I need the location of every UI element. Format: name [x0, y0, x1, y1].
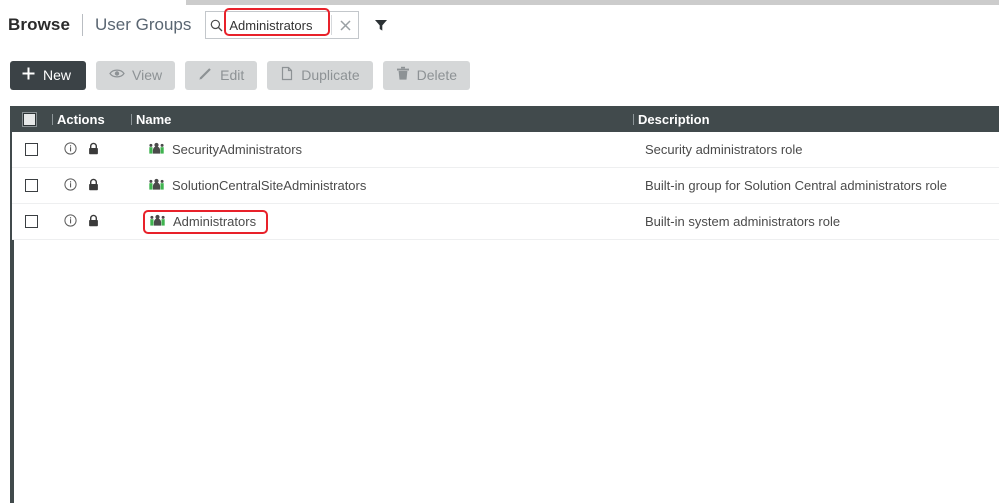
user-group-icon [149, 142, 164, 158]
row-actions-cell [59, 141, 134, 158]
view-button-label: View [132, 67, 163, 83]
plus-icon [21, 66, 36, 84]
header-tick [127, 113, 136, 125]
lock-icon[interactable] [88, 142, 99, 158]
header-tick [629, 113, 638, 125]
search-icon [206, 12, 227, 38]
search-box[interactable] [205, 8, 360, 39]
column-header-name[interactable]: Name [136, 112, 629, 127]
edit-button-label: Edit [220, 67, 245, 83]
row-select-cell[interactable] [12, 143, 50, 156]
column-header-actions[interactable]: Actions [57, 112, 127, 127]
close-icon[interactable] [332, 12, 358, 38]
header-tick [48, 113, 57, 125]
name-wrapper-highlighted: Administrators [143, 209, 269, 234]
new-button-label: New [43, 67, 72, 83]
user-group-icon [149, 178, 164, 194]
row-name-cell[interactable]: SolutionCentralSiteAdministrators [143, 175, 636, 197]
filter-icon[interactable] [371, 14, 391, 36]
duplicate-icon [280, 66, 294, 84]
group-description: Built-in system administrators role [645, 214, 841, 229]
row-actions-cell [59, 177, 134, 194]
pencil-icon [198, 66, 213, 84]
row-select-cell[interactable] [12, 215, 50, 228]
edit-button[interactable]: Edit [185, 60, 258, 90]
select-all-cell[interactable] [10, 112, 48, 126]
name-wrapper: SolutionCentralSiteAdministrators [143, 175, 372, 197]
table-header-row: Actions Name Description [10, 106, 999, 132]
lock-icon[interactable] [88, 178, 99, 194]
user-group-icon [150, 214, 165, 230]
group-name: Administrators [173, 214, 257, 229]
row-checkbox[interactable] [24, 179, 38, 192]
view-button[interactable]: View [96, 60, 176, 90]
info-icon[interactable] [64, 213, 77, 230]
row-actions-cell [59, 213, 134, 230]
breadcrumb-current: User Groups [95, 15, 192, 34]
name-wrapper: SecurityAdministrators [143, 139, 308, 161]
delete-button[interactable]: Delete [382, 60, 471, 90]
row-select-cell[interactable] [12, 179, 50, 192]
table-row[interactable]: SolutionCentralSiteAdministrators Built-… [12, 168, 999, 204]
trash-icon [396, 66, 410, 84]
group-description: Built-in group for Solution Central admi… [645, 178, 948, 193]
breadcrumb-bar: Browse User Groups [0, 5, 999, 45]
info-icon[interactable] [64, 141, 77, 158]
duplicate-button[interactable]: Duplicate [267, 60, 373, 90]
row-name-cell[interactable]: Administrators [143, 209, 636, 234]
delete-button-label: Delete [416, 67, 458, 83]
search-input[interactable] [227, 12, 332, 38]
table-row[interactable]: Administrators Built-in system administr… [12, 204, 999, 240]
lock-icon[interactable] [88, 214, 99, 230]
row-name-cell[interactable]: SecurityAdministrators [143, 139, 636, 161]
breadcrumb-separator [82, 14, 84, 36]
group-description: Security administrators role [645, 142, 803, 157]
select-all-checkbox[interactable] [22, 112, 36, 126]
new-button[interactable]: New [10, 60, 87, 90]
row-checkbox[interactable] [24, 143, 38, 156]
row-checkbox[interactable] [24, 215, 38, 228]
breadcrumb-root[interactable]: Browse [8, 15, 70, 35]
group-name: SolutionCentralSiteAdministrators [172, 178, 367, 193]
column-header-description[interactable]: Description [638, 112, 999, 127]
eye-icon [109, 67, 125, 83]
action-toolbar: New View Edit Duplicate Delete [0, 55, 999, 95]
group-name: SecurityAdministrators [172, 142, 303, 157]
table-row[interactable]: SecurityAdministrators Security administ… [12, 132, 999, 168]
info-icon[interactable] [64, 177, 77, 194]
user-groups-table: Actions Name Description SecurityAdminis… [10, 106, 999, 503]
duplicate-button-label: Duplicate [301, 67, 360, 83]
table-body: SecurityAdministrators Security administ… [10, 132, 999, 503]
table-empty-area [12, 240, 999, 503]
